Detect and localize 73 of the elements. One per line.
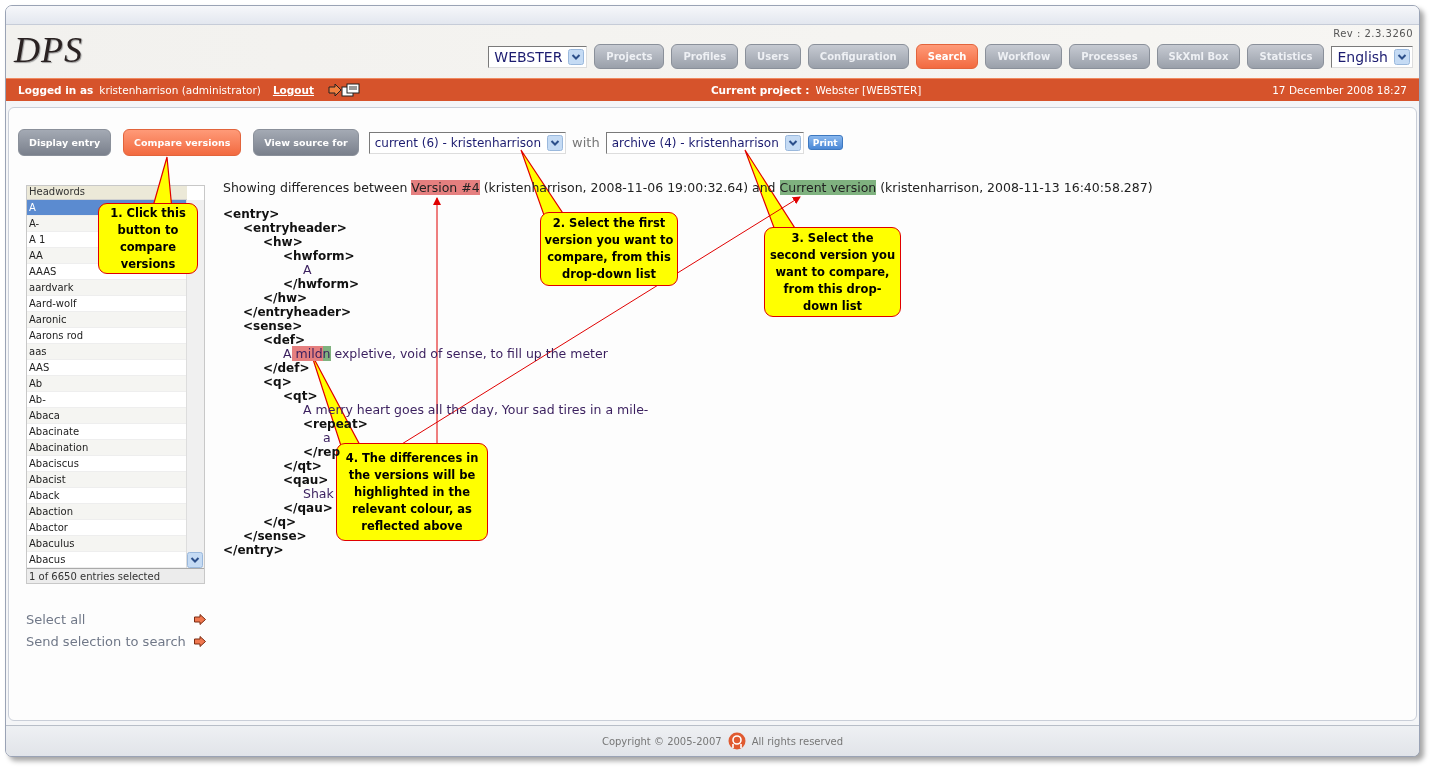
headword-item[interactable]: Abaction xyxy=(29,506,73,517)
xml-tag: </qau> xyxy=(283,501,333,515)
dropdown-caret-icon[interactable] xyxy=(1394,48,1410,65)
headword-item[interactable]: A 1 xyxy=(29,234,46,245)
xml-tag: </q> xyxy=(263,515,297,529)
headword-item[interactable]: Abacus xyxy=(29,554,66,565)
headword-item[interactable]: Abactor xyxy=(29,522,68,533)
headword-item[interactable]: AAAS xyxy=(29,266,57,277)
xml-tag: <qt> xyxy=(283,389,318,403)
xml-tag: </def> xyxy=(263,361,310,375)
dropdown-caret-icon[interactable] xyxy=(784,134,801,151)
xml-tag: </entryheader> xyxy=(243,305,352,319)
headword-item[interactable]: Abaca xyxy=(29,410,60,421)
dictionary-select[interactable]: WEBSTER xyxy=(488,45,588,68)
dropdown-caret-icon[interactable] xyxy=(568,48,585,65)
language-select[interactable]: English xyxy=(1331,45,1413,68)
headword-item[interactable]: Ab xyxy=(29,378,43,389)
xml-text: A xyxy=(303,263,312,277)
xml-tag: <def> xyxy=(263,333,306,347)
dropdown-caret-icon[interactable] xyxy=(547,134,564,151)
xml-tag: <entryheader> xyxy=(243,221,347,235)
revision-label: Rev : 2.3.3260 xyxy=(1333,28,1413,41)
xml-text: a xyxy=(323,431,331,445)
current-project-label: Current project : xyxy=(710,84,810,96)
xml-tag: </entry> xyxy=(223,543,284,557)
headword-item[interactable]: aardvark xyxy=(29,282,74,293)
logo: DPS xyxy=(14,28,83,71)
current-project: Webster [WEBSTER] xyxy=(815,84,922,96)
xml-text: Shak xyxy=(303,487,334,501)
xml-tag: </hwform> xyxy=(283,277,359,291)
headword-item[interactable]: Abacinate xyxy=(29,426,80,437)
copyright-text: Copyright © 2005-2007 xyxy=(601,735,722,747)
headword-item[interactable]: Aarons rod xyxy=(29,330,84,341)
selection-status: 1 of 6650 entries selected xyxy=(27,568,204,583)
xml-tag: <hwform> xyxy=(283,249,355,263)
headword-item[interactable]: Abaculus xyxy=(29,538,75,549)
callout-note: 3. Select the second version you want to compare, from this drop-down list xyxy=(764,227,901,317)
xml-tag: <qau> xyxy=(283,473,329,487)
xml-tag: <sense> xyxy=(243,319,303,333)
action-link[interactable]: Select all xyxy=(26,612,86,627)
headwords-heading: Headwords xyxy=(27,186,187,200)
headword-item[interactable]: Ab- xyxy=(29,394,46,405)
xml-tag: </hw> xyxy=(263,291,308,305)
xml-tag: </sense> xyxy=(243,529,307,543)
scroll-down-icon[interactable] xyxy=(187,552,204,568)
callout-note: 1. Click this button to compare versions xyxy=(98,203,198,274)
headword-item[interactable]: Aaronic xyxy=(29,314,67,325)
xml-tag: <q> xyxy=(263,375,292,389)
headword-item[interactable]: Abacist xyxy=(29,474,66,485)
xml-tag: </qt> xyxy=(283,459,322,473)
headword-item[interactable]: Abaciscus xyxy=(29,458,79,469)
xml-tag: <entry> xyxy=(223,207,280,221)
date-time: 17 December 2008 18:27 xyxy=(1272,84,1407,96)
arrow-document-icon[interactable] xyxy=(328,83,360,97)
headword-item[interactable]: AAS xyxy=(29,362,50,373)
headword-item[interactable]: Aback xyxy=(29,490,60,501)
rights-text: All rights reserved xyxy=(751,735,844,747)
headword-item[interactable]: A- xyxy=(29,218,40,229)
action-link[interactable]: Send selection to search xyxy=(26,634,186,649)
second-version-select[interactable]: archive (4) - kristenharrison xyxy=(605,131,804,154)
headword-item[interactable]: aas xyxy=(29,346,47,357)
arrow-right-icon[interactable] xyxy=(194,636,206,647)
headword-item[interactable]: AA xyxy=(29,250,43,261)
logout-link[interactable]: Logout xyxy=(272,84,314,96)
logged-in-label: Logged in as xyxy=(18,84,94,96)
with-label: with xyxy=(572,135,600,150)
arrow-right-icon[interactable] xyxy=(194,614,206,625)
company-logo-icon xyxy=(727,732,746,750)
xml-tag: <hw> xyxy=(263,235,303,249)
headword-item[interactable]: Aard-wolf xyxy=(29,298,77,309)
first-version-select[interactable]: current (6) - kristenharrison xyxy=(368,131,567,154)
user-name: kristenharrison (administrator) xyxy=(99,84,261,96)
callout-note: 2. Select the first version you want to compare, from this drop-down list xyxy=(540,212,678,286)
